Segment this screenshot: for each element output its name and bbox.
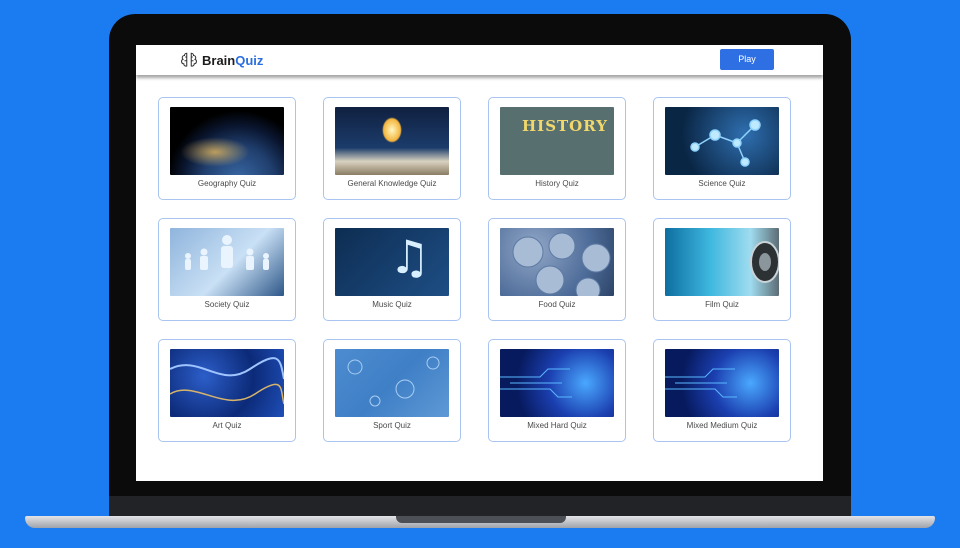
music-note-image [335, 228, 449, 296]
quiz-card-label: Art Quiz [212, 421, 242, 430]
quiz-card-label: General Knowledge Quiz [347, 179, 437, 188]
laptop-chin [109, 496, 851, 516]
quiz-card-sport[interactable]: Sport Quiz [323, 339, 461, 442]
brand-name: BrainQuiz [202, 53, 263, 68]
ai-head-image [665, 349, 779, 417]
history-book-image [500, 107, 614, 175]
ai-head-image [500, 349, 614, 417]
brain-icon [181, 52, 197, 67]
quiz-card-label: Science Quiz [698, 179, 746, 188]
quiz-card-film[interactable]: Film Quiz [653, 218, 791, 321]
quiz-card-society[interactable]: Society Quiz [158, 218, 296, 321]
quiz-card-science[interactable]: Science Quiz [653, 97, 791, 200]
quiz-card-label: History Quiz [535, 179, 579, 188]
book-lightbulb-image [335, 107, 449, 175]
quiz-card-label: Sport Quiz [373, 421, 411, 430]
molecule-icon [690, 119, 761, 167]
app-screen: BrainQuiz Play Geography Quiz General Kn… [136, 45, 823, 481]
quiz-card-label: Society Quiz [204, 300, 250, 309]
molecule-image [665, 107, 779, 175]
quiz-card-food[interactable]: Food Quiz [488, 218, 626, 321]
quiz-card-music[interactable]: Music Quiz [323, 218, 461, 321]
quiz-card-geography[interactable]: Geography Quiz [158, 97, 296, 200]
quiz-card-label: Food Quiz [538, 300, 576, 309]
quiz-card-label: Film Quiz [705, 300, 739, 309]
brand-logo[interactable]: BrainQuiz [180, 51, 263, 69]
quiz-card-label: Music Quiz [372, 300, 412, 309]
brand-name-prefix: Brain [202, 52, 236, 68]
marble-swirl-icon [170, 357, 284, 405]
sport-pattern-image [335, 349, 449, 417]
navbar: BrainQuiz Play [136, 45, 823, 75]
play-button[interactable]: Play [720, 49, 774, 70]
quiz-card-label: Mixed Medium Quiz [686, 421, 758, 430]
quiz-card-art[interactable]: Art Quiz [158, 339, 296, 442]
quiz-card-mixed-medium[interactable]: Mixed Medium Quiz [653, 339, 791, 442]
quiz-grid: Geography Quiz General Knowledge Quiz Hi… [158, 97, 792, 442]
circuit-icon [665, 368, 737, 398]
sport-pattern-icon [347, 356, 440, 407]
film-reel-image [665, 228, 779, 296]
berries-icon [512, 232, 611, 296]
earth-image [170, 107, 284, 175]
brand-name-accent: Quiz [235, 52, 264, 68]
circuit-icon [500, 368, 572, 398]
quiz-card-label: Mixed Hard Quiz [527, 421, 587, 430]
people-image [170, 228, 284, 296]
film-reel-icon [750, 241, 779, 283]
quiz-card-mixed-hard[interactable]: Mixed Hard Quiz [488, 339, 626, 442]
quiz-card-general-knowledge[interactable]: General Knowledge Quiz [323, 97, 461, 200]
berries-image [500, 228, 614, 296]
quiz-card-label: Geography Quiz [197, 179, 257, 188]
laptop-notch [396, 516, 566, 523]
quiz-card-history[interactable]: History Quiz [488, 97, 626, 200]
marble-art-image [170, 349, 284, 417]
people-icon [185, 235, 269, 270]
